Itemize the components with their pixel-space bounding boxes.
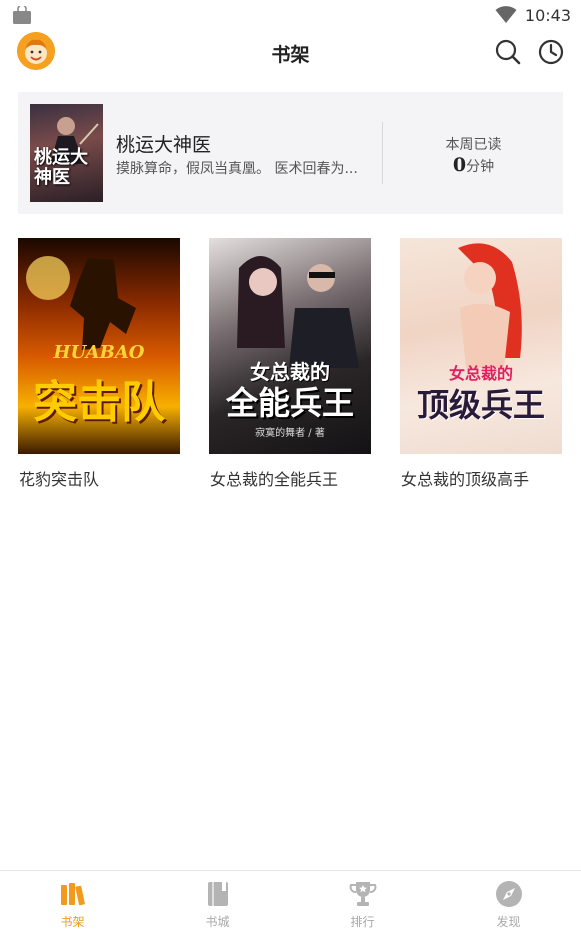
history-clock-icon[interactable] bbox=[537, 38, 565, 66]
trophy-icon bbox=[349, 882, 377, 906]
status-bar: 10:43 bbox=[0, 0, 581, 30]
nav-label: 书架 bbox=[60, 915, 85, 929]
weekly-read-unit: 分钟 bbox=[466, 159, 495, 175]
weekly-read-label: 本周已读 bbox=[445, 137, 502, 153]
current-book-cover[interactable]: 桃运大神医 bbox=[30, 104, 103, 202]
nav-label: 书城 bbox=[205, 915, 230, 929]
book-title[interactable]: 女总裁的全能兵王 bbox=[210, 466, 338, 490]
compass-icon bbox=[496, 881, 522, 907]
weekly-read-time: 0分钟 bbox=[384, 154, 563, 176]
book-title[interactable]: 花豹突击队 bbox=[19, 466, 99, 490]
book-item[interactable]: 女总裁的 顶级兵王 女总裁的顶级高手 bbox=[400, 238, 562, 489]
current-book-cover-text: 桃运大神医 bbox=[34, 147, 88, 188]
weekly-read-minutes: 0 bbox=[452, 154, 467, 176]
book-cover-title: 顶级兵王 bbox=[416, 386, 545, 424]
current-book-title[interactable]: 桃运大神医 bbox=[116, 130, 211, 157]
wifi-icon bbox=[495, 6, 517, 23]
card-divider bbox=[382, 122, 383, 184]
nav-label: 发现 bbox=[496, 915, 521, 929]
book-cover-title: 突击队 bbox=[33, 377, 165, 428]
book-cover[interactable]: HUABAO 突击队 bbox=[18, 238, 180, 454]
book-store-icon bbox=[208, 882, 228, 906]
book-item[interactable]: 女总裁的 全能兵王 寂寞的舞者 / 著 女总裁的全能兵王 bbox=[209, 238, 371, 489]
search-icon[interactable] bbox=[494, 38, 522, 66]
bookshelf-icon bbox=[61, 883, 85, 906]
nav-label: 排行 bbox=[350, 915, 375, 929]
nav-item-book-store[interactable]: 书城 bbox=[145, 871, 290, 930]
book-item[interactable]: HUABAO 突击队 花豹突击队 bbox=[18, 238, 180, 489]
nav-item-bookshelf[interactable]: 书架 bbox=[0, 871, 145, 930]
current-book-description: 摸脉算命，假凤当真凰。 医术回春为... bbox=[116, 161, 358, 177]
shopping-bag-icon bbox=[13, 6, 31, 24]
current-reading-card[interactable]: 桃运大神医 桃运大神医 摸脉算命，假凤当真凰。 医术回春为... 本周已读 0分… bbox=[18, 92, 563, 214]
book-title[interactable]: 女总裁的顶级高手 bbox=[401, 466, 529, 490]
book-cover-title: 全能兵王 bbox=[225, 384, 354, 422]
status-time: 10:43 bbox=[524, 5, 571, 25]
top-bar: 书架 bbox=[0, 30, 581, 76]
book-cover-author: 寂寞的舞者 / 著 bbox=[255, 428, 325, 439]
bottom-nav: 书架 书城 排行 发现 bbox=[0, 870, 581, 930]
book-cover[interactable]: 女总裁的 顶级兵王 bbox=[400, 238, 562, 454]
book-cover-subtitle: HUABAO bbox=[53, 342, 145, 363]
nav-item-ranking[interactable]: 排行 bbox=[290, 871, 435, 930]
book-cover[interactable]: 女总裁的 全能兵王 寂寞的舞者 / 著 bbox=[209, 238, 371, 454]
nav-item-discover[interactable]: 发现 bbox=[436, 871, 581, 930]
